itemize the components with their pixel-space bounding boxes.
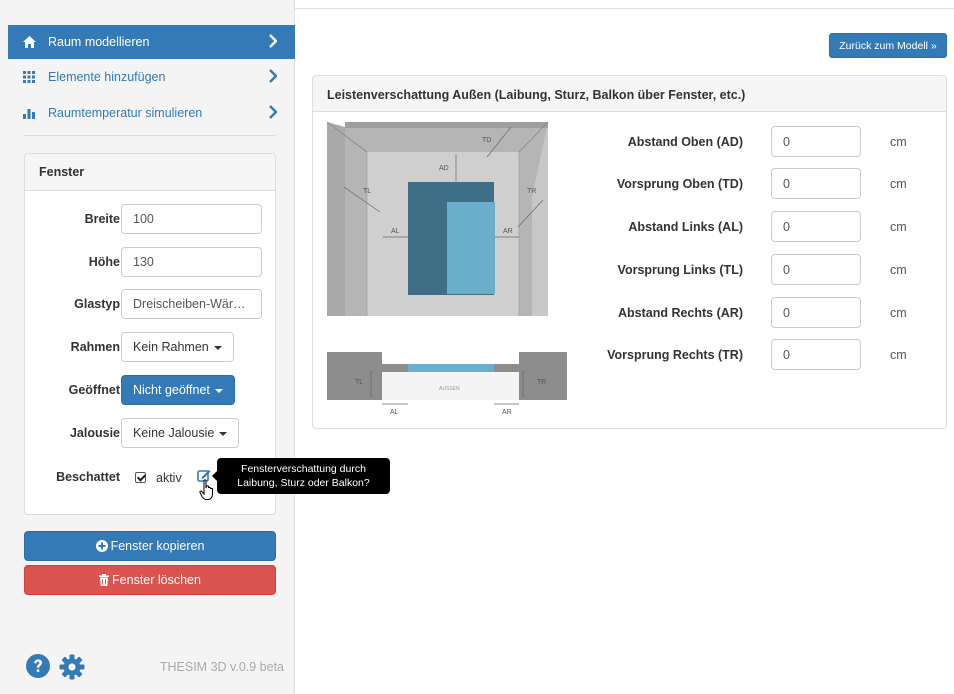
breite-input[interactable]: 100 bbox=[121, 204, 262, 234]
copy-label: Fenster kopieren bbox=[110, 539, 205, 553]
bar-chart-icon bbox=[22, 106, 36, 120]
beschattet-label: Beschattet bbox=[56, 470, 120, 484]
jalousie-label: Jalousie bbox=[69, 426, 120, 440]
glastyp-label: Glastyp bbox=[74, 297, 120, 311]
vorsprung-links-input[interactable]: 0 bbox=[771, 254, 861, 285]
shading-panel: Leistenverschattung Außen (Laibung, Stur… bbox=[312, 75, 947, 429]
version-label: THESIM 3D v.0.9 beta bbox=[159, 660, 284, 674]
diagram-label-ar-plan: AR bbox=[502, 409, 512, 416]
geoeffnet-row: Geöffnet Nicht geöffnet bbox=[25, 375, 275, 405]
nav-raumtemperatur-simulieren[interactable]: Raumtemperatur simulieren bbox=[8, 96, 295, 130]
rahmen-label: Rahmen bbox=[70, 340, 120, 354]
delete-label: Fenster löschen bbox=[112, 573, 201, 587]
unit-label: cm bbox=[890, 263, 907, 277]
unit-label: cm bbox=[890, 135, 907, 149]
abstand-links-row: Abstand Links (AL) 0 cm bbox=[313, 211, 946, 243]
breite-row: Breite 100 bbox=[25, 204, 275, 234]
unit-label: cm bbox=[890, 306, 907, 320]
caret-down-icon bbox=[219, 431, 228, 436]
sidebar: Raum modellieren Elemente hinzufügen Rau… bbox=[0, 0, 295, 694]
rahmen-dropdown[interactable]: Kein Rahmen bbox=[121, 332, 234, 362]
nav-label: Elemente hinzufügen bbox=[48, 70, 166, 84]
nav-label: Raum modellieren bbox=[48, 35, 150, 49]
vorsprung-oben-label: Vorsprung Oben (TD) bbox=[616, 177, 743, 191]
panel-title: Leistenverschattung Außen (Laibung, Stur… bbox=[313, 76, 946, 112]
grid-icon bbox=[22, 70, 36, 84]
chevron-right-icon bbox=[269, 34, 277, 48]
delete-window-button[interactable]: Fenster löschen bbox=[24, 565, 276, 595]
home-icon bbox=[22, 35, 36, 49]
abstand-rechts-input[interactable]: 0 bbox=[771, 297, 861, 328]
geoeffnet-label: Geöffnet bbox=[68, 383, 120, 397]
pointer-hand-icon bbox=[199, 479, 213, 500]
vorsprung-rechts-label: Vorsprung Rechts (TR) bbox=[607, 348, 743, 362]
hoehe-input[interactable]: 130 bbox=[121, 247, 262, 277]
hoehe-row: Höhe 130 bbox=[25, 247, 275, 277]
vorsprung-links-row: Vorsprung Links (TL) 0 cm bbox=[313, 254, 946, 286]
nav-elemente-hinzufuegen[interactable]: Elemente hinzufügen bbox=[8, 60, 295, 94]
hoehe-label: Höhe bbox=[88, 255, 120, 269]
rahmen-row: Rahmen Kein Rahmen bbox=[25, 332, 275, 362]
rahmen-value: Kein Rahmen bbox=[133, 340, 209, 354]
abstand-rechts-row: Abstand Rechts (AR) 0 cm bbox=[313, 297, 946, 329]
gear-icon[interactable] bbox=[59, 654, 85, 680]
nav-label: Raumtemperatur simulieren bbox=[48, 106, 203, 120]
divider bbox=[24, 135, 276, 136]
vorsprung-rechts-input[interactable]: 0 bbox=[771, 339, 861, 370]
abstand-rechts-label: Abstand Rechts (AR) bbox=[617, 306, 743, 320]
divider bbox=[295, 8, 954, 9]
diagram-label-aussen: AUSSEN bbox=[439, 386, 460, 392]
unit-label: cm bbox=[890, 220, 907, 234]
unit-label: cm bbox=[890, 177, 907, 191]
back-to-model-button[interactable]: Zurück zum Modell » bbox=[829, 33, 947, 58]
unit-label: cm bbox=[890, 348, 907, 362]
vorsprung-rechts-row: Vorsprung Rechts (TR) 0 cm bbox=[313, 339, 946, 371]
aktiv-label: aktiv bbox=[156, 471, 182, 485]
vorsprung-links-label: Vorsprung Links (TL) bbox=[617, 263, 743, 277]
breite-label: Breite bbox=[84, 212, 120, 226]
jalousie-dropdown[interactable]: Keine Jalousie bbox=[121, 418, 240, 448]
copy-window-button[interactable]: Fenster kopieren bbox=[24, 531, 276, 561]
diagram-label-tr-plan: TR bbox=[537, 379, 546, 386]
chevron-right-icon bbox=[269, 69, 277, 83]
panel-title: Fenster bbox=[25, 154, 275, 191]
trash-icon bbox=[99, 574, 110, 586]
jalousie-row: Jalousie Keine Jalousie bbox=[25, 418, 275, 448]
chevron-right-icon bbox=[269, 105, 277, 119]
abstand-oben-label: Abstand Oben (AD) bbox=[627, 135, 743, 149]
plus-circle-icon bbox=[95, 540, 108, 552]
glastyp-row: Glastyp Dreischeiben-Wär… bbox=[25, 289, 275, 319]
glastyp-input[interactable]: Dreischeiben-Wär… bbox=[121, 289, 262, 319]
tooltip: Fensterverschattung durch Laibung, Sturz… bbox=[212, 458, 390, 494]
nav-raum-modellieren[interactable]: Raum modellieren bbox=[8, 25, 295, 59]
help-icon[interactable] bbox=[26, 654, 50, 678]
abstand-oben-row: Abstand Oben (AD) 0 cm bbox=[313, 126, 946, 158]
geoeffnet-value: Nicht geöffnet bbox=[133, 383, 210, 397]
abstand-links-label: Abstand Links (AL) bbox=[628, 220, 743, 234]
caret-down-icon bbox=[214, 388, 223, 393]
abstand-links-input[interactable]: 0 bbox=[771, 211, 861, 242]
vorsprung-oben-row: Vorsprung Oben (TD) 0 cm bbox=[313, 168, 946, 200]
vorsprung-oben-input[interactable]: 0 bbox=[771, 168, 861, 199]
diagram-label-al-plan: AL bbox=[390, 409, 399, 416]
caret-down-icon bbox=[213, 345, 222, 350]
beschattet-checkbox[interactable] bbox=[135, 472, 146, 483]
geoeffnet-dropdown[interactable]: Nicht geöffnet bbox=[121, 375, 235, 405]
abstand-oben-input[interactable]: 0 bbox=[771, 126, 861, 157]
jalousie-value: Keine Jalousie bbox=[133, 426, 215, 440]
diagram-label-tl-plan: TL bbox=[355, 379, 363, 386]
